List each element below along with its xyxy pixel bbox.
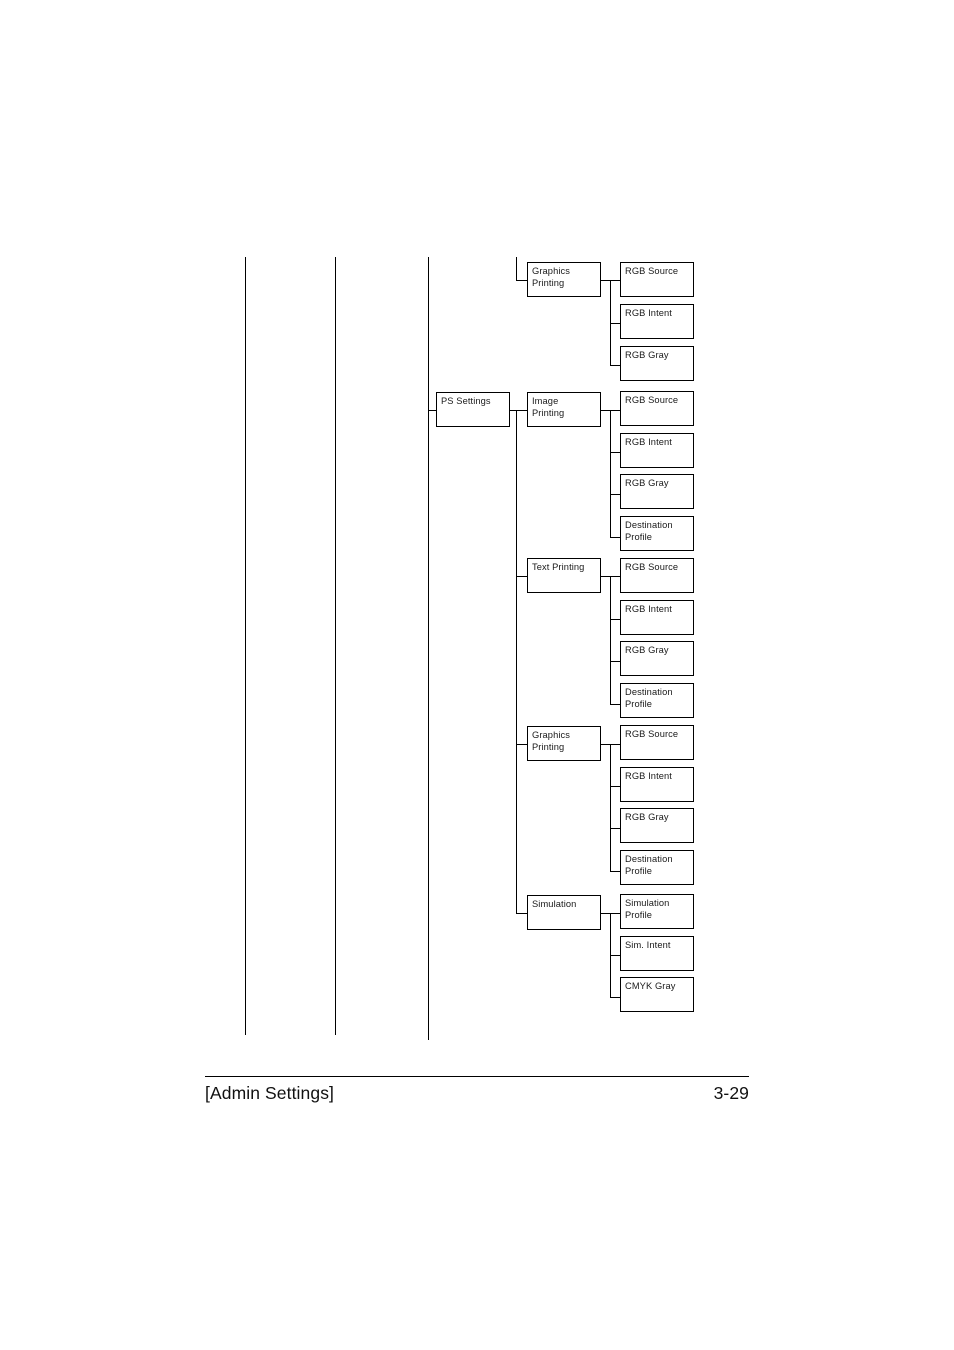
- connector-g2-trunk-v: [610, 744, 611, 871]
- node-graphics-printing-2[interactable]: Graphics Printing: [527, 726, 601, 761]
- node-g2-rgb-gray[interactable]: RGB Gray: [620, 808, 694, 843]
- menu-tree-diagram: Graphics Printing RGB Source RGB Intent …: [0, 0, 954, 1060]
- document-page: Graphics Printing RGB Source RGB Intent …: [0, 0, 954, 1350]
- node-img-rgb-intent[interactable]: RGB Intent: [620, 433, 694, 468]
- node-img-destination-profile[interactable]: Destination Profile: [620, 516, 694, 551]
- node-txt-destination-profile[interactable]: Destination Profile: [620, 683, 694, 718]
- node-img-rgb-source[interactable]: RGB Source: [620, 391, 694, 426]
- node-g1-rgb-source[interactable]: RGB Source: [620, 262, 694, 297]
- node-g1-rgb-gray[interactable]: RGB Gray: [620, 346, 694, 381]
- node-sim-cmyk-gray[interactable]: CMYK Gray: [620, 977, 694, 1012]
- node-g1-rgb-intent[interactable]: RGB Intent: [620, 304, 694, 339]
- footer-section-label: [Admin Settings]: [205, 1083, 335, 1103]
- continuation-line-2: [335, 257, 336, 1035]
- node-text-printing[interactable]: Text Printing: [527, 558, 601, 593]
- node-sim-simulation-profile[interactable]: Simulation Profile: [620, 894, 694, 929]
- node-txt-rgb-intent[interactable]: RGB Intent: [620, 600, 694, 635]
- connector-ps-trunk-v: [516, 410, 517, 913]
- node-txt-rgb-gray[interactable]: RGB Gray: [620, 641, 694, 676]
- footer-page-number: 3-29: [713, 1083, 749, 1103]
- node-simulation[interactable]: Simulation: [527, 895, 601, 930]
- connector-txt-trunk-v: [610, 576, 611, 704]
- node-graphics-printing-1[interactable]: Graphics Printing: [527, 262, 601, 297]
- continuation-line-3: [428, 257, 429, 1040]
- node-g2-rgb-intent[interactable]: RGB Intent: [620, 767, 694, 802]
- node-ps-settings[interactable]: PS Settings: [436, 392, 510, 427]
- node-g2-rgb-source[interactable]: RGB Source: [620, 725, 694, 760]
- footer-divider: [205, 1076, 749, 1077]
- node-sim-sim-intent[interactable]: Sim. Intent: [620, 936, 694, 971]
- connector-img-trunk-v: [610, 410, 611, 537]
- node-g2-destination-profile[interactable]: Destination Profile: [620, 850, 694, 885]
- node-txt-rgb-source[interactable]: RGB Source: [620, 558, 694, 593]
- node-img-rgb-gray[interactable]: RGB Gray: [620, 474, 694, 509]
- continuation-line-1: [245, 257, 246, 1035]
- connector-graphics-printing-1-stub: [516, 257, 517, 280]
- node-image-printing[interactable]: Image Printing: [527, 392, 601, 427]
